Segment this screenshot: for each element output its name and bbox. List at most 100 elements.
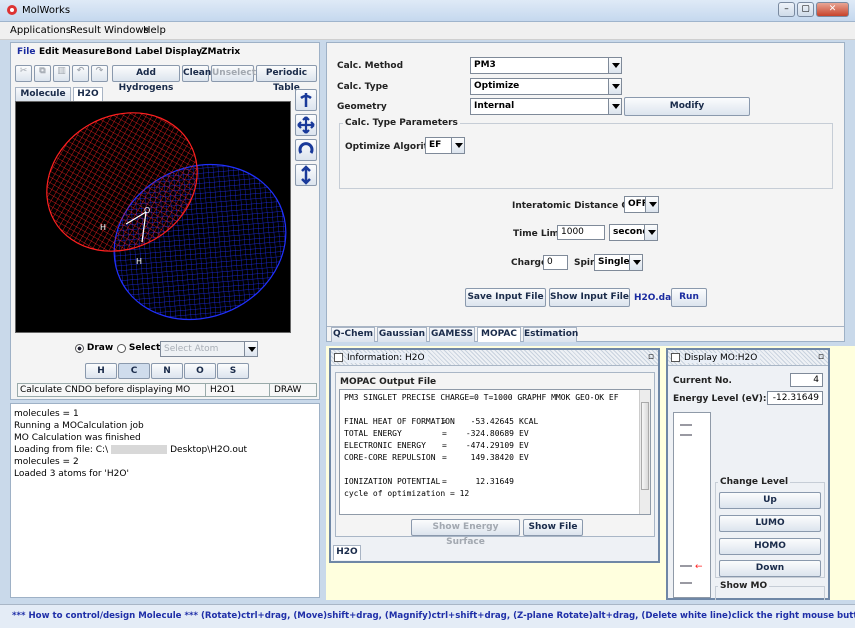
element-c-button[interactable]: C: [118, 363, 150, 379]
calc-type-label: Calc. Type: [337, 82, 389, 92]
copy-icon[interactable]: ⧉: [34, 65, 51, 82]
log-panel: molecules = 1 Running a MOCalculation jo…: [10, 403, 320, 598]
log-line: Loading from file: C:\ Desktop\H2O.out: [14, 445, 248, 455]
restore-icon[interactable]: ▫: [818, 352, 824, 362]
help-status-text: *** How to control/design Molecule *** (…: [12, 611, 855, 621]
energy-level-diagram[interactable]: ←: [673, 412, 711, 598]
calc-type-value: Optimize: [474, 81, 520, 91]
lumo-button[interactable]: LUMO: [719, 515, 821, 532]
tab-qchem[interactable]: Q-Chem: [331, 327, 375, 342]
charge-input[interactable]: 0: [543, 255, 568, 270]
draw-label: Draw: [86, 343, 114, 353]
window-icon: [671, 353, 680, 362]
optimize-algorithm-select[interactable]: EF: [425, 137, 465, 154]
orbital-wireframe: O H H: [46, 112, 287, 321]
svg-text:←: ←: [695, 562, 703, 572]
undo-icon[interactable]: ↶: [72, 65, 89, 82]
result-label: CORE-CORE REPULSION: [344, 453, 436, 462]
periodic-table-button[interactable]: Periodic Table: [256, 65, 317, 93]
interatomic-check-select[interactable]: OFF: [624, 196, 659, 213]
down-button[interactable]: Down: [719, 560, 821, 577]
draw-radio[interactable]: Draw: [75, 343, 113, 354]
tab-mopac[interactable]: MOPAC: [477, 327, 521, 342]
calc-method-select[interactable]: PM3: [470, 57, 622, 74]
display-mo-title-bar[interactable]: Display MO:H2O ▫: [668, 350, 828, 366]
show-input-file-button[interactable]: Show Input File: [549, 288, 630, 307]
modify-button[interactable]: Modify: [624, 97, 750, 116]
select-atom-dropdown[interactable]: Select Atom: [160, 341, 258, 357]
cycle-line: cycle of optimization = 12: [344, 489, 470, 498]
menu-measure[interactable]: Measure: [62, 47, 105, 57]
close-button[interactable]: ✕: [816, 2, 849, 17]
menu-help[interactable]: Help: [143, 25, 166, 36]
result-label: IONIZATION POTENTIAL: [344, 477, 441, 486]
menu-result-windows[interactable]: Result Windows: [70, 25, 149, 36]
restore-icon[interactable]: ▫: [648, 352, 654, 362]
change-level-title: Change Level: [718, 477, 791, 487]
menu-applications[interactable]: Applications: [10, 25, 71, 36]
menu-file[interactable]: File: [17, 47, 35, 57]
geometry-select[interactable]: Internal: [470, 98, 622, 115]
up-button[interactable]: Up: [719, 492, 821, 509]
rotate-z-icon[interactable]: [295, 139, 317, 161]
show-energy-surface-button[interactable]: Show Energy Surface: [411, 519, 520, 547]
result-label: ELECTRONIC ENERGY: [344, 441, 426, 450]
rotate-y-icon[interactable]: [295, 89, 317, 111]
add-hydrogens-button[interactable]: Add Hydrogens: [112, 65, 180, 93]
trash-icon[interactable]: ▥: [53, 65, 70, 82]
time-unit-select[interactable]: second: [609, 224, 658, 241]
current-no-value[interactable]: 4: [790, 373, 823, 387]
chevron-down-icon: [629, 255, 642, 270]
element-s-button[interactable]: S: [217, 363, 249, 379]
element-h-button[interactable]: H: [85, 363, 117, 379]
save-input-file-button[interactable]: Save Input File: [465, 288, 546, 307]
run-button[interactable]: Run: [671, 288, 707, 307]
menu-label[interactable]: Label: [135, 47, 162, 57]
mopac-output-text[interactable]: PM3 SINGLET PRECISE CHARGE=0 T=1000 GRAP…: [339, 389, 651, 515]
atom-o-label: O: [144, 206, 150, 215]
unselect-button[interactable]: Unselect: [211, 65, 256, 82]
calc-type-select[interactable]: Optimize: [470, 78, 622, 95]
spin-select[interactable]: Singlet: [594, 254, 643, 271]
energy-level-value[interactable]: -12.31649: [767, 391, 823, 405]
result-value: 149.38420: [470, 453, 514, 462]
molecule-viewer[interactable]: O H H: [15, 101, 291, 333]
result-equals: =: [442, 441, 447, 450]
element-n-button[interactable]: N: [151, 363, 183, 379]
mopac-output-group: MOPAC Output File PM3 SINGLET PRECISE CH…: [335, 372, 655, 547]
calc-tabs: Q-Chem Gaussian GAMESS MOPAC Estimation: [327, 326, 844, 342]
move-icon[interactable]: [295, 114, 317, 136]
tab-molecule-1[interactable]: Molecule 1: [15, 87, 71, 112]
select-radio[interactable]: Select: [117, 343, 160, 354]
window-title: MolWorks: [22, 5, 71, 16]
tab-info-h2o[interactable]: H2O: [333, 545, 361, 560]
menu-edit[interactable]: Edit: [39, 47, 59, 57]
tab-estimation[interactable]: Estimation: [523, 327, 578, 342]
menu-bond[interactable]: Bond: [106, 47, 132, 57]
result-unit: EV: [519, 441, 529, 450]
element-o-button[interactable]: O: [184, 363, 216, 379]
charge-label: Charge: [511, 258, 548, 268]
atom-h1-label: H: [100, 223, 106, 232]
information-title-bar[interactable]: Information: H2O ▫: [331, 350, 658, 366]
vertical-scrollbar[interactable]: [639, 390, 650, 514]
chevron-down-icon: [644, 225, 657, 240]
clean-button[interactable]: Clean: [182, 65, 211, 82]
show-file-button[interactable]: Show File: [523, 519, 583, 536]
menu-bar: Applications Result Windows Help: [0, 22, 855, 40]
cut-icon[interactable]: ✂: [15, 65, 32, 82]
homo-button[interactable]: HOMO: [719, 538, 821, 555]
time-limit-input[interactable]: 1000: [557, 225, 605, 240]
maximize-button[interactable]: ▢: [797, 2, 814, 17]
chevron-down-icon: [608, 99, 621, 114]
tab-gamess[interactable]: GAMESS: [429, 327, 475, 342]
menu-display[interactable]: Display: [165, 47, 202, 57]
tab-gaussian[interactable]: Gaussian: [377, 327, 427, 342]
log-text: molecules = 1 Running a MOCalculation jo…: [14, 408, 247, 480]
tab-h2o[interactable]: H2O: [73, 87, 103, 101]
menu-zmatrix[interactable]: ZMatrix: [201, 47, 240, 57]
title-bar: MolWorks – ▢ ✕: [0, 0, 855, 22]
zoom-icon[interactable]: [295, 164, 317, 186]
minimize-button[interactable]: –: [778, 2, 795, 17]
redo-icon[interactable]: ↷: [91, 65, 108, 82]
